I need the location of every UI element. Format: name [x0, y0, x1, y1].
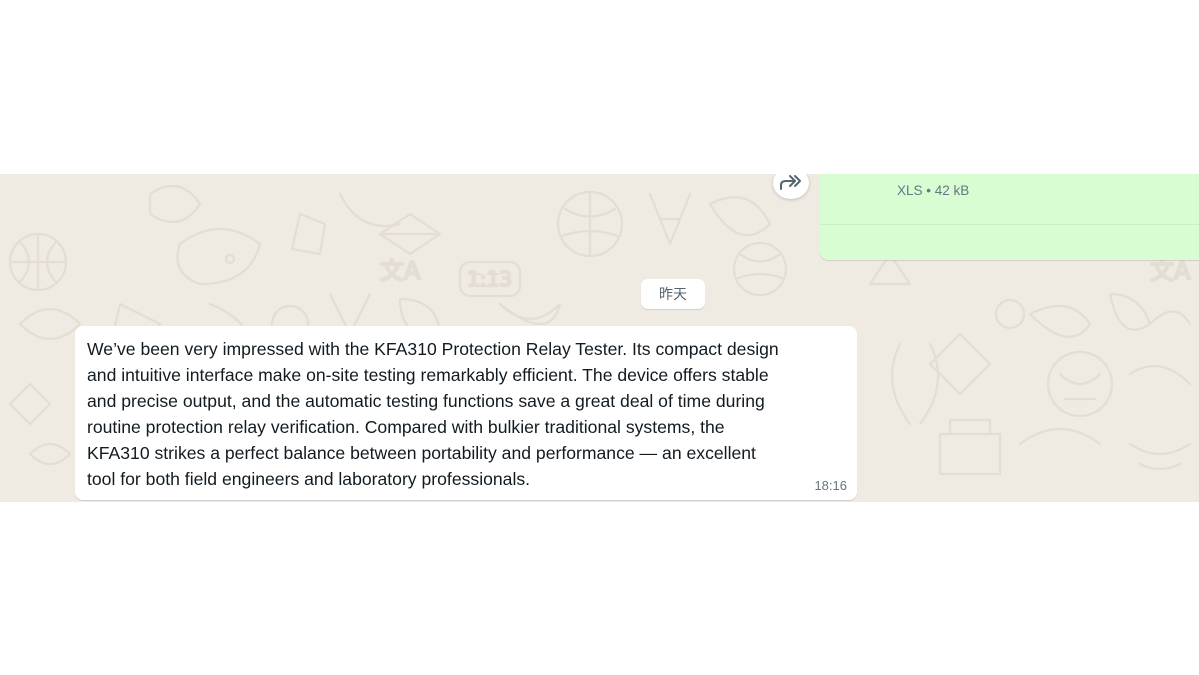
message-line: KFA310 strikes a perfect balance between… [87, 443, 756, 463]
svg-text:文A: 文A [380, 257, 421, 285]
message-line: tool for both field engineers and labora… [87, 469, 531, 489]
message-divider [820, 224, 1199, 225]
date-separator: 昨天 [641, 279, 705, 309]
forward-icon [780, 175, 801, 190]
file-meta: XLS • 42 kB [897, 183, 970, 198]
svg-text:1:13: 1:13 [467, 267, 512, 291]
message-timestamp: 18:16 [814, 478, 847, 493]
message-text: We’ve been very impressed with the KFA31… [87, 336, 847, 492]
chat-panel: 1:13 文A 文A XLS • 42 kB 昨天 We’ve been ver… [0, 174, 1199, 502]
message-line: and intuitive interface make on-site tes… [87, 365, 769, 385]
outgoing-file-message[interactable]: XLS • 42 kB [820, 174, 1199, 260]
message-line: routine protection relay verification. C… [87, 417, 725, 437]
svg-text:文A: 文A [1150, 257, 1191, 285]
message-line: and precise output, and the automatic te… [87, 391, 765, 411]
date-separator-label: 昨天 [659, 286, 687, 302]
incoming-message[interactable]: We’ve been very impressed with the KFA31… [75, 326, 857, 500]
message-line: We’ve been very impressed with the KFA31… [87, 339, 779, 359]
